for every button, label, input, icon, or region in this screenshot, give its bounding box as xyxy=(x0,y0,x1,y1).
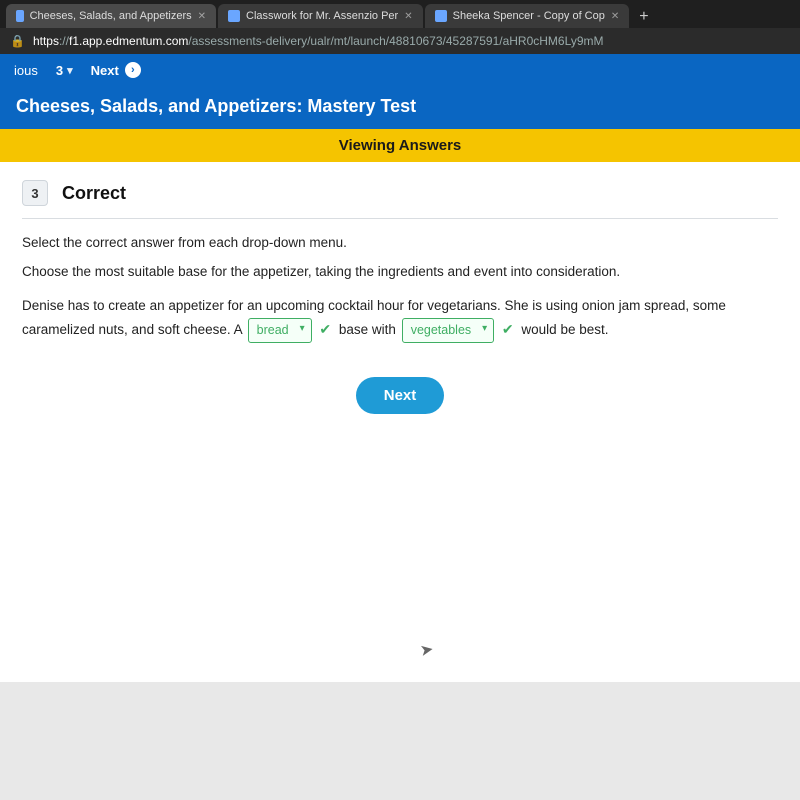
close-icon[interactable]: ✕ xyxy=(404,11,412,22)
next-label: Next xyxy=(91,63,119,78)
check-icon: ✔ xyxy=(319,321,331,337)
address-bar[interactable]: 🔒 https://f1.app.edmentum.com/assessment… xyxy=(0,28,800,54)
next-question-link[interactable]: Next › xyxy=(91,62,141,78)
dropdown-base[interactable]: bread xyxy=(248,318,312,343)
tab-label: Classwork for Mr. Assenzio Per xyxy=(246,10,398,22)
question-instruction: Select the correct answer from each drop… xyxy=(22,235,778,250)
viewing-answers-banner: Viewing Answers xyxy=(0,129,800,162)
browser-tabs: Cheeses, Salads, and Appetizers ✕ Classw… xyxy=(0,0,800,28)
url-text: https://f1.app.edmentum.com/assessments-… xyxy=(33,34,604,48)
url-scheme: https xyxy=(33,34,59,48)
next-button[interactable]: Next xyxy=(356,377,445,414)
lock-icon: 🔒 xyxy=(10,34,25,48)
question-content: 3 Correct Select the correct answer from… xyxy=(0,162,800,682)
browser-tab[interactable]: Classwork for Mr. Assenzio Per ✕ xyxy=(218,4,423,28)
prev-question-link[interactable]: ious xyxy=(14,63,38,78)
sentence-part: base with xyxy=(339,322,400,337)
new-tab-button[interactable]: + xyxy=(631,6,656,28)
answer-status: Correct xyxy=(62,183,126,204)
question-prompt: Choose the most suitable base for the ap… xyxy=(22,264,778,279)
dropdown-topping[interactable]: vegetables xyxy=(402,318,494,343)
question-sentence: Denise has to create an appetizer for an… xyxy=(22,295,778,343)
tab-favicon xyxy=(16,10,24,22)
check-icon: ✔ xyxy=(502,321,514,337)
url-path: /assessments-delivery/ualr/mt/launch/488… xyxy=(188,34,603,48)
question-number-indicator: 3 xyxy=(56,63,63,78)
tab-label: Cheeses, Salads, and Appetizers xyxy=(30,10,192,22)
sentence-part: would be best. xyxy=(521,322,608,337)
question-number-badge: 3 xyxy=(22,180,48,206)
browser-tab[interactable]: Cheeses, Salads, and Appetizers ✕ xyxy=(6,4,216,28)
close-icon[interactable]: ✕ xyxy=(611,11,619,22)
url-host: f1.app.edmentum.com xyxy=(69,34,188,48)
page-title: Cheeses, Salads, and Appetizers: Mastery… xyxy=(0,86,800,129)
chevron-down-icon: ▾ xyxy=(67,64,73,77)
browser-tab[interactable]: Sheeka Spencer - Copy of Cop ✕ xyxy=(425,4,630,28)
arrow-right-icon: › xyxy=(125,62,141,78)
close-icon[interactable]: ✕ xyxy=(198,11,206,22)
question-nav[interactable]: 3 ▾ xyxy=(56,63,73,78)
tab-favicon xyxy=(435,10,447,22)
tab-favicon xyxy=(228,10,240,22)
app-topbar: ious 3 ▾ Next › xyxy=(0,54,800,86)
tab-label: Sheeka Spencer - Copy of Cop xyxy=(453,10,605,22)
